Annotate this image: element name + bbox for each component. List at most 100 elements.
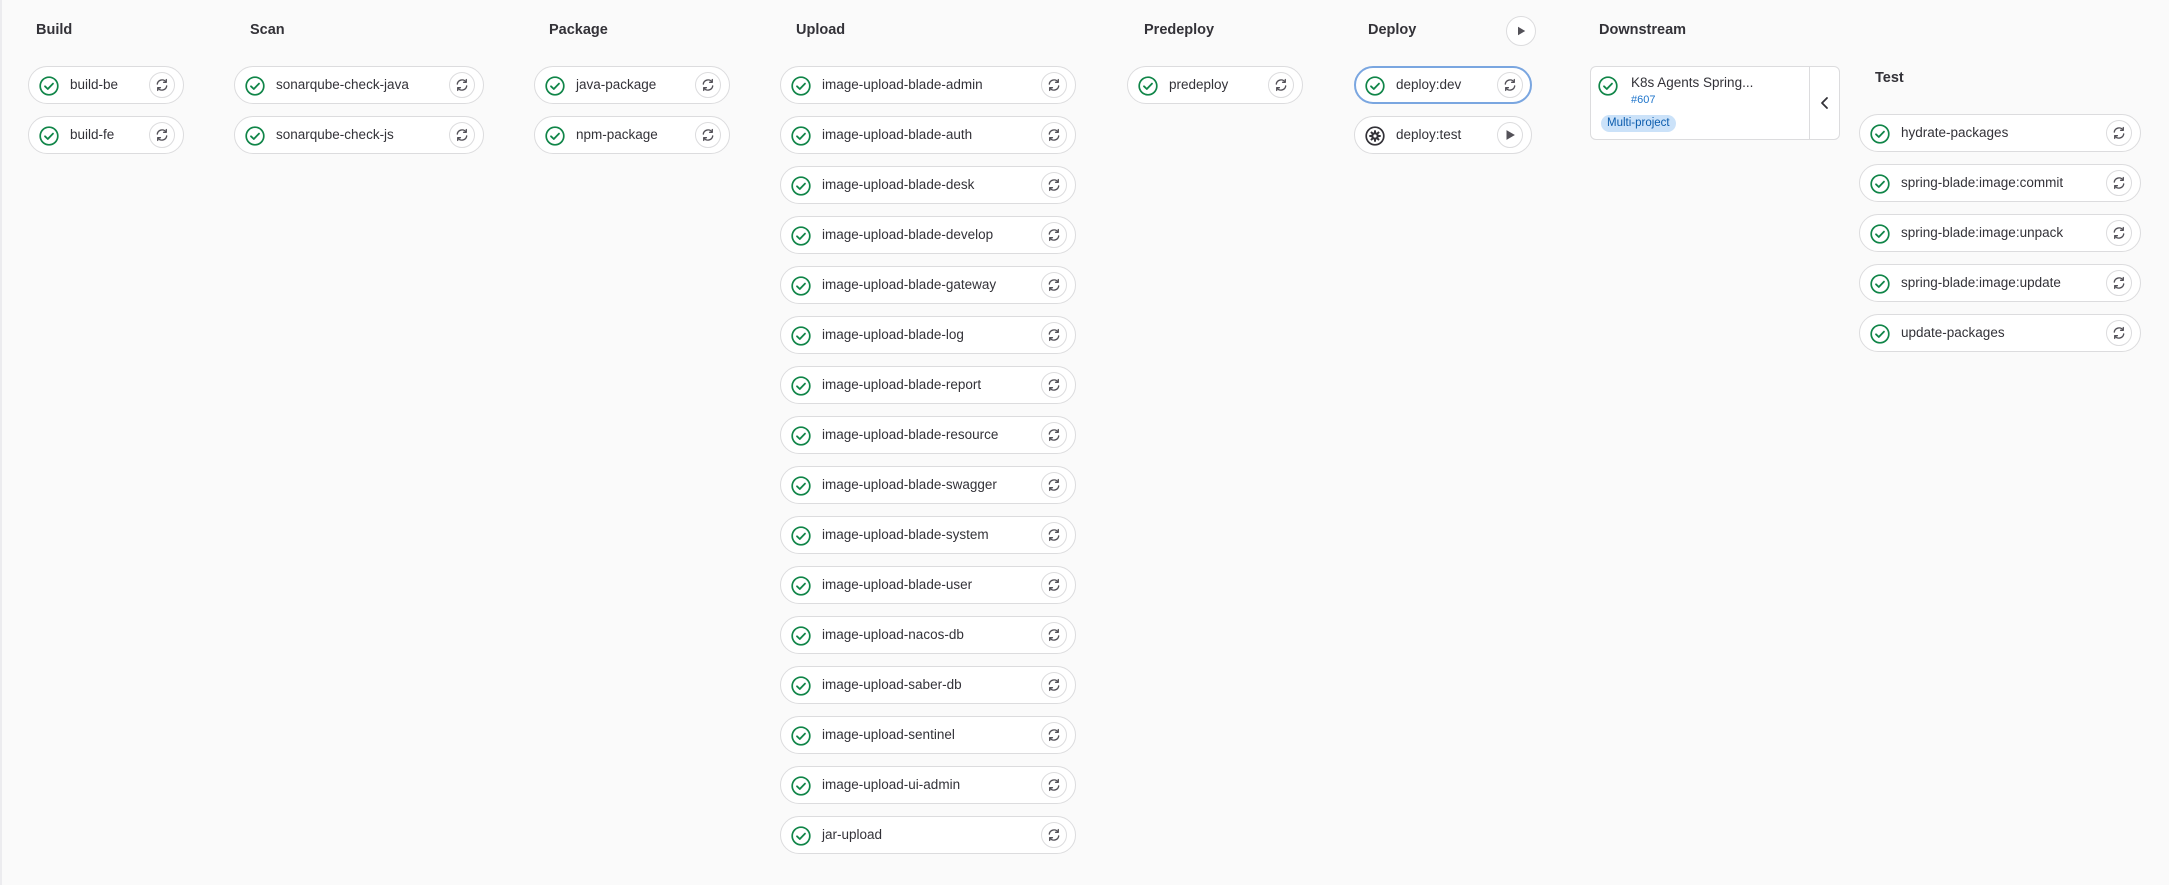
retry-button[interactable] <box>1041 722 1067 748</box>
job-list: image-upload-blade-admin image-upload-bla… <box>780 66 1076 866</box>
status-success-icon <box>791 476 811 496</box>
collapse-downstream-button[interactable] <box>1810 67 1840 139</box>
retry-icon <box>2113 226 2125 240</box>
job-image-upload-blade-desk[interactable]: image-upload-blade-desk <box>780 166 1076 204</box>
job-sonarqube-check-js[interactable]: sonarqube-check-js <box>234 116 484 154</box>
retry-button[interactable] <box>2106 170 2132 196</box>
retry-button[interactable] <box>1041 222 1067 248</box>
retry-button[interactable] <box>695 72 721 98</box>
retry-icon <box>1048 428 1060 442</box>
retry-button[interactable] <box>1041 322 1067 348</box>
job-image-upload-sentinel[interactable]: image-upload-sentinel <box>780 716 1076 754</box>
deploy-stage-play-button[interactable] <box>1506 16 1536 46</box>
retry-icon <box>156 78 168 92</box>
job-spring-blade-image-update[interactable]: spring-blade:image:update <box>1859 264 2141 302</box>
retry-button[interactable] <box>1041 372 1067 398</box>
job-build-be[interactable]: build-be <box>28 66 184 104</box>
retry-icon <box>2113 326 2125 340</box>
job-image-upload-blade-develop[interactable]: image-upload-blade-develop <box>780 216 1076 254</box>
job-npm-package[interactable]: npm-package <box>534 116 730 154</box>
retry-button[interactable] <box>149 122 175 148</box>
retry-button[interactable] <box>1041 272 1067 298</box>
job-image-upload-blade-auth[interactable]: image-upload-blade-auth <box>780 116 1076 154</box>
job-deploy-test[interactable]: deploy:test <box>1354 116 1532 154</box>
job-image-upload-ui-admin[interactable]: image-upload-ui-admin <box>780 766 1076 804</box>
status-success-icon <box>791 376 811 396</box>
job-predeploy[interactable]: predeploy <box>1127 66 1303 104</box>
play-button[interactable] <box>1497 122 1523 148</box>
job-name: image-upload-blade-desk <box>822 177 975 192</box>
job-name: spring-blade:image:unpack <box>1901 225 2064 240</box>
retry-icon <box>1048 478 1060 492</box>
status-success-icon <box>39 126 59 146</box>
retry-button[interactable] <box>2106 120 2132 146</box>
job-spring-blade-image-unpack[interactable]: spring-blade:image:unpack <box>1859 214 2141 252</box>
job-hydrate-packages[interactable]: hydrate-packages <box>1859 114 2141 152</box>
retry-button[interactable] <box>2106 270 2132 296</box>
job-name: hydrate-packages <box>1901 125 2009 140</box>
job-image-upload-blade-log[interactable]: image-upload-blade-log <box>780 316 1076 354</box>
status-success-icon <box>791 626 811 646</box>
retry-button[interactable] <box>1041 422 1067 448</box>
downstream-project-name[interactable]: K8s Agents Spring... <box>1631 75 1753 90</box>
job-image-upload-blade-resource[interactable]: image-upload-blade-resource <box>780 416 1076 454</box>
job-update-packages[interactable]: update-packages <box>1859 314 2141 352</box>
retry-button[interactable] <box>1041 122 1067 148</box>
retry-icon <box>456 78 468 92</box>
job-image-upload-blade-gateway[interactable]: image-upload-blade-gateway <box>780 266 1076 304</box>
status-success-icon <box>791 176 811 196</box>
retry-icon <box>702 78 714 92</box>
retry-icon <box>1048 628 1060 642</box>
job-sonarqube-check-java[interactable]: sonarqube-check-java <box>234 66 484 104</box>
job-name: deploy:test <box>1396 127 1462 142</box>
retry-button[interactable] <box>1041 472 1067 498</box>
job-build-fe[interactable]: build-fe <box>28 116 184 154</box>
retry-button[interactable] <box>1041 572 1067 598</box>
job-java-package[interactable]: java-package <box>534 66 730 104</box>
retry-button[interactable] <box>149 72 175 98</box>
retry-button[interactable] <box>2106 220 2132 246</box>
job-name: image-upload-blade-swagger <box>822 477 997 492</box>
job-list: java-package npm-package <box>534 66 730 166</box>
stage-title: Build <box>36 22 73 38</box>
retry-button[interactable] <box>1041 522 1067 548</box>
retry-button[interactable] <box>1268 72 1294 98</box>
job-deploy-dev[interactable]: deploy:dev <box>1354 66 1532 104</box>
status-manual-icon <box>1365 126 1385 146</box>
retry-button[interactable] <box>2106 320 2132 346</box>
retry-button[interactable] <box>1041 172 1067 198</box>
downstream-pipeline-id-link[interactable]: #607 <box>1631 94 1655 106</box>
job-spring-blade-image-commit[interactable]: spring-blade:image:commit <box>1859 164 2141 202</box>
retry-button[interactable] <box>1041 822 1067 848</box>
status-success-icon <box>791 276 811 296</box>
retry-icon <box>1048 78 1060 92</box>
retry-icon <box>456 128 468 142</box>
retry-icon <box>1048 378 1060 392</box>
job-image-upload-blade-user[interactable]: image-upload-blade-user <box>780 566 1076 604</box>
retry-button[interactable] <box>449 122 475 148</box>
job-name: image-upload-saber-db <box>822 677 962 692</box>
retry-button[interactable] <box>695 122 721 148</box>
retry-button[interactable] <box>449 72 475 98</box>
downstream-pipeline-card[interactable]: K8s Agents Spring... #607 Multi-project <box>1590 66 1840 140</box>
job-image-upload-blade-swagger[interactable]: image-upload-blade-swagger <box>780 466 1076 504</box>
retry-button[interactable] <box>1041 622 1067 648</box>
retry-button[interactable] <box>1497 72 1523 98</box>
job-image-upload-saber-db[interactable]: image-upload-saber-db <box>780 666 1076 704</box>
retry-button[interactable] <box>1041 72 1067 98</box>
retry-button[interactable] <box>1041 672 1067 698</box>
job-jar-upload[interactable]: jar-upload <box>780 816 1076 854</box>
job-name: image-upload-sentinel <box>822 727 955 742</box>
status-success-icon <box>1870 174 1890 194</box>
job-name: npm-package <box>576 127 658 142</box>
job-name: image-upload-blade-report <box>822 377 982 392</box>
status-success-icon <box>1365 76 1385 96</box>
retry-button[interactable] <box>1041 772 1067 798</box>
play-icon <box>1506 130 1515 140</box>
status-success-icon <box>245 76 265 96</box>
multi-project-badge: Multi-project <box>1601 115 1676 132</box>
job-image-upload-blade-report[interactable]: image-upload-blade-report <box>780 366 1076 404</box>
job-image-upload-nacos-db[interactable]: image-upload-nacos-db <box>780 616 1076 654</box>
job-image-upload-blade-system[interactable]: image-upload-blade-system <box>780 516 1076 554</box>
job-image-upload-blade-admin[interactable]: image-upload-blade-admin <box>780 66 1076 104</box>
